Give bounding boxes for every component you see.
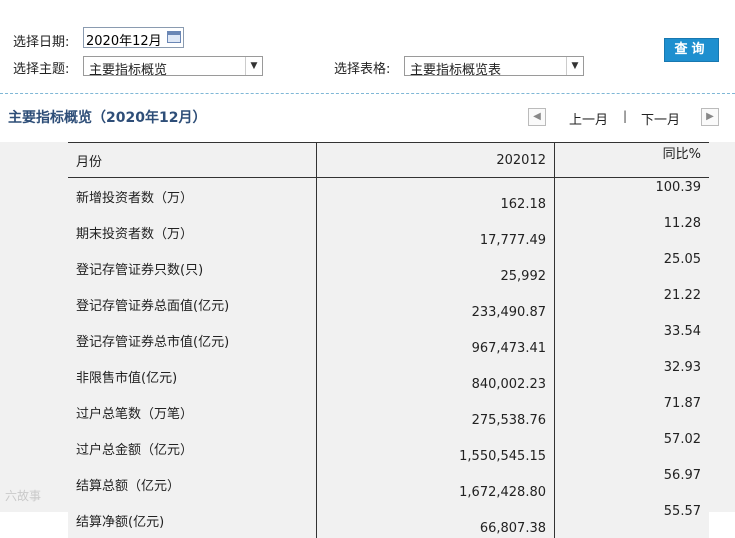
- table-header-row: 月份 202012 同比%: [68, 142, 709, 178]
- row-yoy: 100.39: [655, 180, 702, 195]
- row-yoy: 33.54: [663, 324, 701, 339]
- table-row: 过户总笔数（万笔） 275,538.76 71.87: [68, 394, 709, 430]
- watermark: 六故事: [5, 489, 42, 503]
- table-label: 选择表格:: [334, 62, 391, 77]
- table-row: 过户总金额（亿元） 1,550,545.15 57.02: [68, 430, 709, 466]
- row-value: 162.18: [316, 177, 555, 214]
- row-yoy: 57.02: [663, 432, 701, 447]
- date-value: 2020年12月: [86, 34, 162, 49]
- row-value: 1,672,428.80: [316, 466, 555, 502]
- table-row: 非限售市值(亿元) 840,002.23 32.93: [68, 358, 709, 394]
- calendar-icon[interactable]: [167, 31, 181, 43]
- section-title: 主要指标概览（2020年12月）: [8, 110, 207, 126]
- row-yoy: 25.05: [663, 252, 701, 267]
- table-row: 登记存管证券总市值(亿元) 967,473.41 33.54: [68, 322, 709, 358]
- prev-month-link[interactable]: 上一月: [569, 109, 608, 128]
- table-row: 结算净额(亿元) 66,807.38 55.57: [68, 502, 709, 538]
- row-name: 过户总金额（亿元）: [76, 442, 194, 458]
- row-name: 期末投资者数（万）: [76, 226, 194, 242]
- row-value: 25,992: [316, 250, 555, 286]
- table-row: 新增投资者数（万） 162.18 100.39: [68, 177, 709, 214]
- header-month: 月份: [68, 142, 317, 178]
- divider: [0, 93, 735, 94]
- header-yoy: 同比%: [554, 142, 709, 178]
- row-name: 非限售市值(亿元): [76, 370, 178, 386]
- table-row: 期末投资者数（万） 17,777.49 11.28: [68, 214, 709, 250]
- prev-month-icon[interactable]: ◀: [528, 108, 546, 126]
- next-month-link[interactable]: 下一月: [641, 109, 680, 128]
- row-yoy: 71.87: [663, 396, 701, 411]
- chevron-down-icon[interactable]: ▼: [245, 57, 262, 75]
- row-name: 登记存管证券总面值(亿元): [76, 298, 230, 314]
- row-name: 结算总额（亿元）: [76, 478, 181, 494]
- row-name: 过户总笔数（万笔）: [76, 406, 194, 422]
- table-select-value: 主要指标概览表: [410, 63, 502, 78]
- row-yoy: 56.97: [663, 468, 701, 483]
- indicator-table: 月份 202012 同比% 新增投资者数（万） 162.18 100.39 期末…: [68, 142, 709, 538]
- table-row: 结算总额（亿元） 1,672,428.80 56.97: [68, 466, 709, 502]
- table-row: 登记存管证券总面值(亿元) 233,490.87 21.22: [68, 286, 709, 322]
- row-value: 840,002.23: [316, 358, 555, 394]
- row-yoy: 55.57: [663, 504, 701, 519]
- theme-select[interactable]: 主要指标概览 ▼: [83, 56, 263, 78]
- row-value: 17,777.49: [316, 214, 555, 250]
- theme-label: 选择主题:: [13, 62, 70, 77]
- table-select[interactable]: 主要指标概览表 ▼: [404, 56, 584, 78]
- row-value: 275,538.76: [316, 394, 555, 430]
- chevron-down-icon[interactable]: ▼: [566, 57, 583, 75]
- date-label: 选择日期:: [13, 35, 70, 50]
- row-value: 66,807.38: [316, 502, 555, 538]
- row-value: 233,490.87: [316, 286, 555, 322]
- row-name: 新增投资者数（万）: [76, 190, 194, 206]
- pager-separator: |: [623, 109, 628, 123]
- date-picker[interactable]: 2020年12月: [83, 27, 184, 49]
- row-yoy: 32.93: [663, 360, 701, 375]
- row-yoy: 21.22: [663, 288, 701, 303]
- row-name: 结算净额(亿元): [76, 514, 165, 530]
- row-value: 1,550,545.15: [316, 430, 555, 466]
- header-period: 202012: [316, 142, 555, 178]
- filter-panel: 选择日期: 2020年12月 选择主题: 主要指标概览 ▼ 选择表格: 主要指标…: [0, 0, 735, 92]
- next-month-icon[interactable]: ▶: [701, 108, 719, 126]
- table-row: 登记存管证券只数(只) 25,992 25.05: [68, 250, 709, 286]
- row-yoy: 11.28: [663, 216, 701, 231]
- row-value: 967,473.41: [316, 322, 555, 358]
- theme-select-value: 主要指标概览: [89, 63, 168, 78]
- query-button[interactable]: 查询: [664, 38, 719, 62]
- row-name: 登记存管证券只数(只): [76, 262, 204, 278]
- row-name: 登记存管证券总市值(亿元): [76, 334, 230, 350]
